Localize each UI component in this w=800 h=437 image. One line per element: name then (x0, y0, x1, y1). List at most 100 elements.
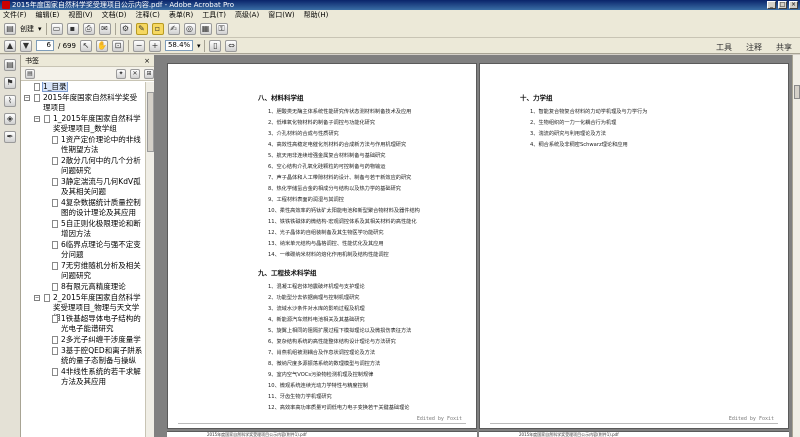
save-icon[interactable]: ▪ (66, 22, 79, 35)
bookmark-page-icon (52, 136, 58, 144)
bookmark-item[interactable]: 2散分几何中的几个分析问题研究 (21, 156, 146, 177)
fit-page-icon[interactable]: ▯ (209, 39, 222, 52)
menu-forms[interactable]: 表单(R) (169, 10, 193, 20)
bookmark-page-icon (44, 115, 50, 123)
pages-thumbnail-icon[interactable]: ▤ (4, 59, 16, 71)
menu-file[interactable]: 文件(F) (3, 10, 27, 20)
collapse-toggle-icon[interactable]: − (34, 295, 40, 301)
bookmark-item[interactable]: 8有限元高精度理论 (21, 282, 146, 293)
bookmark-item[interactable]: 2多光子纠缠干涉度量学 (21, 335, 146, 346)
select-cursor-icon[interactable]: ↖ (79, 39, 92, 52)
minimize-button[interactable]: _ (767, 1, 776, 9)
bookmark-item[interactable]: 6临界点理论与强不定变分问题 (21, 240, 146, 261)
signatures-icon[interactable]: ✒ (4, 131, 16, 143)
page-number-input[interactable]: 6 (36, 40, 54, 51)
entry-text: 5、航天用非连续增强金属复合材料制备与基础研究 (268, 153, 386, 159)
collapse-toggle-icon[interactable]: − (24, 95, 30, 101)
bookmarks-panel-title: 书签 (25, 57, 39, 65)
secure-lock-icon[interactable]: ⚿ (215, 22, 228, 35)
entry-text: 1、胆酸类无酶主体系统性能研究传状态测材料制备技术及应用 (268, 109, 412, 115)
entry-text: 3、介孔材料的合成与性质研究 (268, 131, 339, 137)
fit-width-icon[interactable]: ⇔ (225, 39, 238, 52)
create-pdf-icon[interactable]: ▤ (4, 22, 16, 35)
tools-tab[interactable]: 工具 (716, 42, 732, 53)
bookmark-item[interactable]: 1_目录 (21, 82, 146, 93)
bookmarks-scroll-thumb[interactable] (147, 92, 154, 152)
page-watermark: Edited by Foxit (728, 416, 774, 422)
bookmark-item[interactable]: 5自正则化极限理论和断增因方法 (21, 219, 146, 240)
entry-text: 1、混凝工程岩体地震破坏机理与支护理论 (268, 284, 365, 290)
close-button[interactable]: × (789, 1, 798, 9)
bookmark-item[interactable]: − 1_2015年度国家自然科学奖受理项目_数学组 (21, 114, 146, 135)
menu-view[interactable]: 视图(V) (68, 10, 92, 20)
bookmark-item[interactable]: − 2015年度国家自然科学奖受理项目 (21, 93, 146, 114)
entry-text: 8、微纳尺度多源振荡系统的数理模型与调控方法 (268, 361, 381, 367)
attachments-paperclip-icon[interactable]: ⌇ (4, 95, 16, 107)
zoom-dropdown-icon[interactable]: ▾ (197, 42, 201, 50)
bookmark-item[interactable]: 4非线性系统的若干求解方法及其应用 (21, 367, 146, 388)
menu-advanced[interactable]: 高级(A) (235, 10, 259, 20)
review-icon[interactable]: ◎ (183, 22, 196, 35)
sticky-note-icon[interactable]: ▫ (151, 22, 164, 35)
bookmark-item[interactable]: 3基于腔QED和离子阱系统的量子态制备与操纵 (21, 346, 146, 367)
previous-page-icon[interactable]: ▲ (4, 39, 16, 52)
next-page-icon[interactable]: ▼ (20, 39, 32, 52)
new-bookmark-icon[interactable]: ✦ (116, 68, 126, 79)
entry-text: 12、高效率高功率质量可调低电力电子变换若干关键基础理论 (268, 405, 410, 411)
bookmarks-scrollbar[interactable] (145, 82, 154, 437)
menu-comments[interactable]: 注释(C) (136, 10, 160, 20)
bookmark-page-icon (52, 178, 58, 186)
menu-edit[interactable]: 编辑(E) (36, 10, 60, 20)
expand-bookmark-icon[interactable]: ⊞ (144, 68, 154, 79)
settings-gear-icon[interactable]: ⚙ (119, 22, 132, 35)
collapse-toggle-icon[interactable]: − (34, 116, 40, 122)
bookmark-page-icon (52, 347, 58, 355)
bookmark-item[interactable]: − 2_2015年度国家自然科学奖受理项目_物理与天文学组 (21, 293, 146, 322)
create-button[interactable]: 创建 (20, 24, 34, 34)
bookmark-options-icon[interactable]: ▤ (25, 68, 35, 79)
close-panel-icon[interactable]: × (144, 55, 150, 67)
bookmark-item[interactable]: 7无穷维随机分析及相关问题研究 (21, 261, 146, 282)
document-view[interactable]: 八、材料科学组 1、胆酸类无酶主体系统性能研究传状态测材料制备技术及应用 2、低… (155, 55, 792, 437)
menu-help[interactable]: 帮助(H) (304, 10, 329, 20)
bookmark-item[interactable]: 4复杂数据统计质量控制图的设计理论及其应用 (21, 198, 146, 219)
comment-icon[interactable]: ✎ (135, 22, 148, 35)
entry-text: 2、功能型分去依据病理与控制机理研究 (268, 295, 360, 301)
menu-tools[interactable]: 工具(T) (202, 10, 226, 20)
create-dropdown-icon[interactable]: ▾ (38, 25, 42, 33)
maximize-button[interactable]: □ (778, 1, 787, 9)
email-icon[interactable]: ✉ (98, 22, 111, 35)
zoom-level-input[interactable]: 58.4% (164, 40, 193, 51)
bookmark-page-icon (34, 83, 40, 91)
bookmark-page-icon (52, 241, 58, 249)
delete-bookmark-icon[interactable]: ✕ (130, 68, 140, 79)
bookmark-item[interactable]: 1资产定价理论中的非线性期望方法 (21, 135, 146, 156)
layers-icon[interactable]: ◈ (4, 113, 16, 125)
bookmark-item[interactable]: 3静定湍流与几何KdV孤及其相关问题 (21, 177, 146, 198)
marquee-zoom-icon[interactable]: ⊡ (111, 39, 124, 52)
entry-text: 8、热化学储氢合金的相成分与结构以及热力学的基础研究 (268, 186, 401, 192)
window-controls: _ □ × (767, 1, 798, 9)
entry-text: 12、光子晶体的自组装制备及其生物医学功能研究 (268, 230, 384, 236)
open-folder-icon[interactable]: ▭ (50, 22, 63, 35)
entry-text: 2、生物组织的一力一化耦合行为机理 (530, 120, 617, 126)
share-tab[interactable]: 共享 (776, 42, 792, 53)
window-title-bar: 2015年度国家自然科学奖受理项目公示内容.pdf - Adobe Acroba… (0, 0, 800, 10)
entry-text: 3、湍流的研究与利用理论及方法 (530, 131, 606, 137)
menu-window[interactable]: 窗口(W) (268, 10, 294, 20)
zoom-out-icon[interactable]: − (132, 39, 145, 52)
sign-icon[interactable]: ✍ (167, 22, 180, 35)
comment-tab[interactable]: 注释 (746, 42, 762, 53)
menu-document[interactable]: 文档(D) (102, 10, 127, 20)
forms-icon[interactable]: ▦ (199, 22, 212, 35)
document-scrollbar[interactable] (792, 55, 800, 437)
document-scroll-thumb[interactable] (794, 85, 800, 99)
print-icon[interactable]: ⎙ (82, 22, 95, 35)
bookmarks-icon[interactable]: ⚑ (4, 77, 16, 89)
entry-text: 9、室内空气VOCs污染物检测机理及控制规律 (268, 372, 374, 378)
hand-tool-icon[interactable]: ✋ (95, 39, 108, 52)
zoom-in-icon[interactable]: + (148, 39, 161, 52)
entry-text: 4、高效性高稳定电催化剂材料的合成新方法与作用机理研究 (268, 142, 407, 148)
bookmark-item[interactable]: 1铁基超导体电子结构的光电子能谱研究 (21, 314, 146, 335)
entry-text: 10、柔性高效率的钙钛矿太阳能电池和新型聚合物材料及器件结构 (268, 208, 420, 214)
